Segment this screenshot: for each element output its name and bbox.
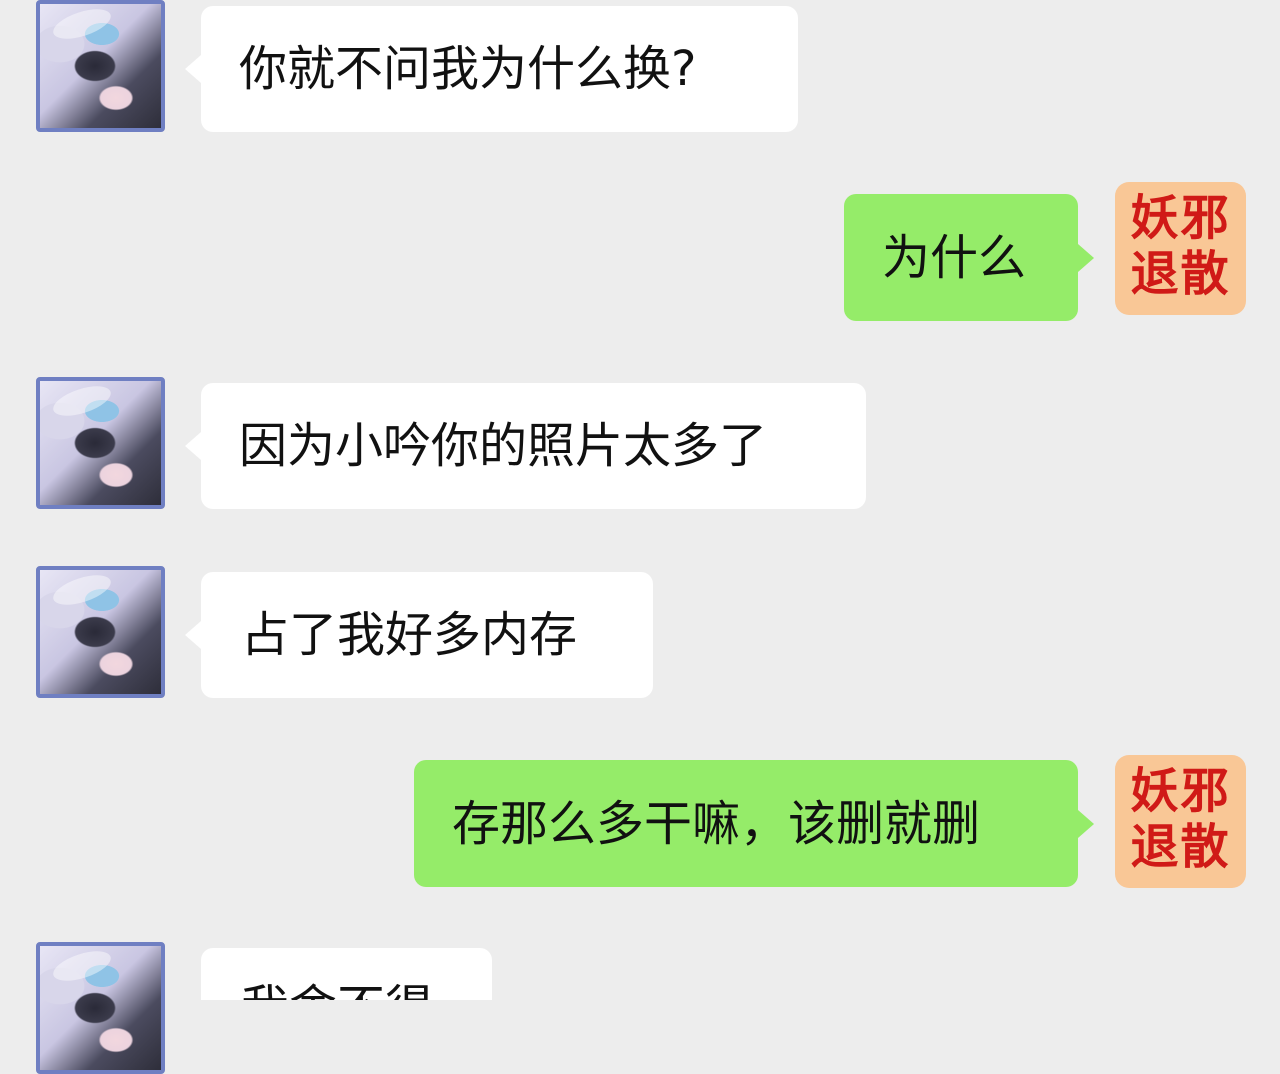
- chat-thread: 你就不问我为什么换? 为什么 妖邪 退散 因为小吟你的照片太多了 占了我好多内存…: [0, 0, 1280, 1074]
- avatar-image: [49, 4, 115, 45]
- contact-avatar[interactable]: [36, 0, 165, 132]
- message-text: 占了我好多内存: [241, 607, 578, 663]
- message-text: 为什么: [882, 229, 1027, 286]
- message-text: 因为小吟你的照片太多了: [239, 418, 768, 474]
- avatar-image: [49, 946, 115, 987]
- self-avatar-line1: 妖邪: [1130, 190, 1231, 246]
- self-avatar-line2: 退散: [1130, 246, 1231, 302]
- contact-avatar[interactable]: [36, 377, 165, 509]
- contact-avatar[interactable]: [36, 942, 165, 1074]
- message-bubble-incoming[interactable]: 因为小吟你的照片太多了: [185, 383, 866, 509]
- self-avatar[interactable]: 妖邪 退散: [1115, 755, 1246, 888]
- message-text: 我舍不得: [241, 948, 433, 1000]
- avatar-image: [49, 381, 115, 422]
- self-avatar-line1: 妖邪: [1130, 763, 1231, 819]
- contact-avatar[interactable]: [36, 566, 165, 698]
- message-bubble-outgoing[interactable]: 存那么多干嘛，该删就删: [414, 760, 1094, 887]
- message-text: 你就不问我为什么换?: [239, 41, 697, 97]
- self-avatar-line2: 退散: [1130, 819, 1231, 875]
- message-text: 存那么多干嘛，该删就删: [452, 795, 981, 852]
- message-bubble-incoming[interactable]: 你就不问我为什么换?: [185, 6, 798, 132]
- message-bubble-outgoing[interactable]: 为什么: [844, 194, 1094, 321]
- self-avatar[interactable]: 妖邪 退散: [1115, 182, 1246, 315]
- message-bubble-incoming[interactable]: 占了我好多内存: [185, 572, 653, 698]
- message-bubble-incoming[interactable]: 我舍不得: [201, 948, 492, 1000]
- avatar-image: [49, 570, 115, 611]
